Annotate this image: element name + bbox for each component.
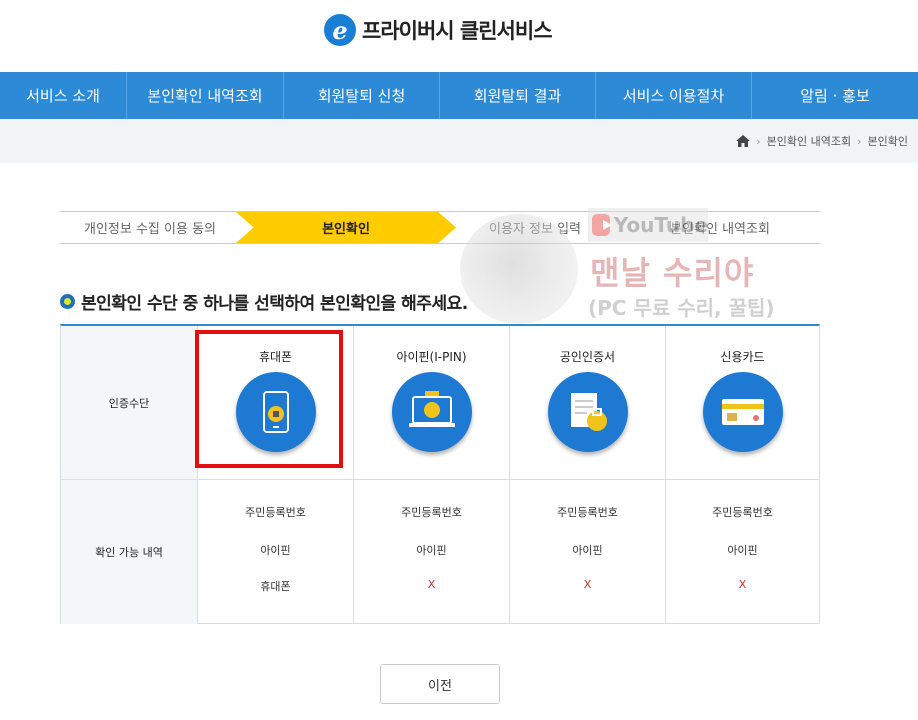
bullet-icon — [60, 294, 75, 309]
avail-item: 아이핀 — [416, 544, 447, 557]
breadcrumb: › 본인확인 내역조회 › 본인확인 — [736, 133, 908, 149]
avail-ipin: 주민등록번호 아이핀 X — [354, 480, 510, 624]
ipin-laptop-icon[interactable] — [391, 372, 472, 452]
nav-item-procedure[interactable]: 서비스 이용절차 — [596, 72, 752, 119]
logo-e-icon: e — [324, 14, 356, 46]
header: e 프라이버시 클린서비스 — [0, 0, 918, 71]
credit-card-icon[interactable] — [702, 372, 783, 452]
logo-text: 프라이버시 클린서비스 — [362, 19, 553, 43]
highlight-box — [195, 330, 343, 468]
page-title: 본인확인 수단 중 하나를 선택하여 본인확인을 해주세요. — [81, 294, 468, 314]
avail-item: 휴대폰 — [260, 580, 291, 593]
avail-item: 주민등록번호 — [401, 506, 462, 519]
nav-item-notice[interactable]: 알림 · 홍보 — [752, 72, 918, 119]
row-header-method: 인증수단 — [61, 326, 198, 479]
step-history: 본인확인 내역조회 — [670, 222, 770, 237]
avail-item: 주민등록번호 — [245, 506, 306, 519]
breadcrumb-item-current: 본인확인 — [867, 135, 908, 148]
step-identity-check: 본인확인 — [236, 212, 456, 243]
step-user-info: 이용자 정보 입력 — [489, 222, 581, 237]
home-icon[interactable] — [736, 135, 751, 147]
main-nav: 서비스 소개 본인확인 내역조회 회원탈퇴 신청 회원탈퇴 결과 서비스 이용절… — [0, 72, 918, 119]
nav-item-withdraw-result[interactable]: 회원탈퇴 결과 — [440, 72, 596, 119]
chevron-right-icon: › — [857, 134, 862, 148]
nav-item-service-intro[interactable]: 서비스 소개 — [0, 72, 127, 119]
method-certificate[interactable]: 공인인증서 — [510, 326, 666, 479]
avail-item: 아이핀 — [572, 544, 603, 557]
step-indicator: 개인정보 수집 이용 동의 본인확인 이용자 정보 입력 본인확인 내역조회 — [60, 211, 820, 244]
certificate-lock-icon[interactable] — [547, 372, 628, 452]
method-label: 아이핀(I-PIN) — [396, 350, 467, 364]
avail-unavailable: X — [738, 578, 747, 591]
chevron-right-icon: › — [756, 134, 761, 148]
method-ipin[interactable]: 아이핀(I-PIN) — [354, 326, 510, 479]
method-label: 신용카드 — [720, 350, 765, 364]
prev-button[interactable]: 이전 — [380, 664, 500, 704]
method-credit-card[interactable]: 신용카드 — [666, 326, 819, 479]
nav-item-history[interactable]: 본인확인 내역조회 — [127, 72, 284, 119]
auth-method-table: 인증수단 확인 가능 내역 휴대폰 아이핀(I-PIN) 공인인증서 신용카드 … — [60, 324, 820, 624]
watermark-subtitle: (PC 무료 수리, 꿀팁) — [588, 296, 775, 320]
avail-credit-card: 주민등록번호 아이핀 X — [666, 480, 819, 624]
avail-item: 주민등록번호 — [712, 506, 773, 519]
method-label: 공인인증서 — [559, 350, 616, 364]
avail-item: 주민등록번호 — [557, 506, 618, 519]
nav-item-withdraw-request[interactable]: 회원탈퇴 신청 — [284, 72, 440, 119]
breadcrumb-bar: › 본인확인 내역조회 › 본인확인 — [0, 119, 918, 163]
avail-certificate: 주민등록번호 아이핀 X — [510, 480, 666, 624]
avail-unavailable: X — [583, 578, 592, 591]
watermark-title: 맨날 수리야 — [590, 254, 755, 292]
avail-item: 아이핀 — [260, 544, 291, 557]
avail-unavailable: X — [427, 578, 436, 591]
row-header-available: 확인 가능 내역 — [61, 480, 198, 624]
site-logo[interactable]: e 프라이버시 클린서비스 — [324, 14, 553, 46]
avail-item: 아이핀 — [727, 544, 758, 557]
step-consent: 개인정보 수집 이용 동의 — [84, 222, 216, 237]
section-title-row: 본인확인 수단 중 하나를 선택하여 본인확인을 해주세요. — [60, 289, 468, 314]
avail-phone: 주민등록번호 아이핀 휴대폰 — [198, 480, 354, 624]
breadcrumb-item[interactable]: 본인확인 내역조회 — [767, 133, 851, 149]
